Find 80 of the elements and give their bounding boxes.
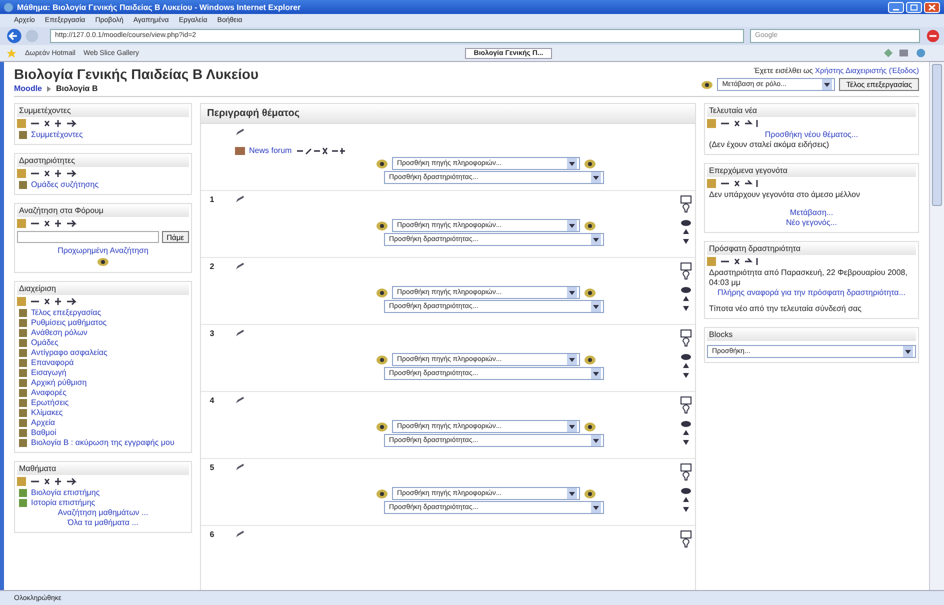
advanced-search-link[interactable]: Προχωρημένη Αναζήτηση xyxy=(58,246,148,256)
block-link[interactable]: Συμμετέχοντες xyxy=(31,130,83,140)
section-controls-drawing[interactable] xyxy=(680,329,692,379)
section-controls-drawing[interactable] xyxy=(680,463,692,513)
block-title: Τελευταία νέα xyxy=(709,106,758,115)
section-number: 6 xyxy=(208,530,216,541)
block-controls-drawing[interactable] xyxy=(17,477,77,486)
breadcrumb-link[interactable]: Βιολογία Β xyxy=(56,84,98,93)
window-title: Μάθημα: Βιολογία Γενικής Παιδείας Β Λυκείου - Windows Internet Explorer xyxy=(17,2,302,12)
block-title: Επερχόμενα γεγονότα xyxy=(709,166,788,175)
events-note: Δεν υπάρχουν γεγονότα στο άμεσο μέλλον xyxy=(708,190,861,200)
section-controls-drawing[interactable] xyxy=(680,195,692,245)
block-link[interactable]: Βαθμοί xyxy=(31,428,56,438)
block-link[interactable]: Βιολογία επιστήμης xyxy=(31,488,100,498)
item-icon xyxy=(19,181,27,189)
block-link[interactable]: Αντίγραφο ασφαλείας xyxy=(31,348,108,358)
block-title: Αναζήτηση στα Φόρουμ xyxy=(19,206,104,215)
block-link[interactable]: Ομάδες xyxy=(31,338,58,348)
section-number: 5 xyxy=(208,463,216,474)
news-note: (Δεν έχουν σταλεί ακόμα ειδήσεις) xyxy=(708,140,830,150)
eye-icon xyxy=(701,78,714,90)
forum-icon xyxy=(235,146,245,154)
block-link[interactable]: Όλα τα μαθήματα ... xyxy=(68,518,138,528)
scrollbar[interactable] xyxy=(929,62,944,590)
section-number: 2 xyxy=(208,262,216,273)
activity-note: Τίποτα νέο από την τελευταία σύνδεσή σας xyxy=(708,304,863,314)
block-link[interactable]: Αναφορές xyxy=(31,388,66,398)
section-number: 4 xyxy=(208,396,216,407)
block-link[interactable]: Κλίμακες xyxy=(31,408,63,418)
events-link[interactable]: Νέο γεγονός... xyxy=(786,218,837,228)
block-controls-drawing[interactable] xyxy=(17,297,77,306)
block-title: Δραστηριότητες xyxy=(19,156,75,165)
section-number: 3 xyxy=(208,329,216,340)
forum-link[interactable]: News forum xyxy=(249,146,292,155)
block-link[interactable]: Αρχεία xyxy=(31,418,56,428)
section-controls-drawing[interactable] xyxy=(680,262,692,312)
block-link[interactable]: Εισαγωγή xyxy=(31,368,66,378)
block-link[interactable]: Ρυθμίσεις μαθήματος xyxy=(31,318,107,328)
minimize-button[interactable] xyxy=(888,2,904,12)
edit-icon[interactable] xyxy=(235,262,245,270)
full-report-link[interactable]: Πλήρης αναφορά για την πρόσφατη δραστηριότητα... xyxy=(718,288,906,298)
block-title: Διαχείριση xyxy=(19,284,56,293)
edit-icon[interactable] xyxy=(235,128,245,136)
edit-icon[interactable] xyxy=(235,530,245,538)
section-number: 1 xyxy=(208,195,216,206)
edit-icon[interactable] xyxy=(235,195,245,203)
block-link[interactable]: Βιολογία Β : ακύρωση της εγγραφής μου xyxy=(31,438,174,448)
item-icon xyxy=(19,131,27,139)
block-link[interactable]: Αρχική ρύθμιση xyxy=(31,378,87,388)
block-title: Συμμετέχοντες xyxy=(19,106,71,115)
add-topic-link[interactable]: Προσθήκη νέου θέματος... xyxy=(764,130,858,140)
block-title: Blocks xyxy=(709,330,733,339)
eye-icon[interactable] xyxy=(97,256,109,268)
block-link[interactable]: Ερωτήσεις xyxy=(31,398,69,408)
activity-date: Δραστηριότητα από Παρασκευή, 22 Φεβρουαρίου 2008, 04:03 μμ xyxy=(708,268,908,288)
events-link[interactable]: Μετάβαση... xyxy=(790,208,834,218)
block-link[interactable]: Ομάδες συζήτησης xyxy=(31,180,99,190)
edit-icon[interactable] xyxy=(235,329,245,337)
block-controls-drawing[interactable] xyxy=(17,169,77,178)
edit-icon[interactable] xyxy=(235,396,245,404)
block-link[interactable]: Ιστορία επιστήμης xyxy=(31,498,96,508)
course-title: Βιολογία Γενικής Παιδείας Β Λυκείου xyxy=(14,66,259,82)
block-controls-drawing[interactable] xyxy=(17,219,77,228)
search-input[interactable] xyxy=(17,231,159,243)
section-title: Περιγραφή θέματος xyxy=(207,108,300,119)
block-title: Μαθήματα xyxy=(19,464,56,473)
breadcrumb-link[interactable]: Moodle xyxy=(14,84,42,93)
block-link[interactable]: Επαναφορά xyxy=(31,358,74,368)
block-link[interactable]: Τέλος επεξεργασίας xyxy=(31,308,102,318)
block-controls-drawing[interactable] xyxy=(17,119,77,128)
block-link[interactable]: Αναζήτηση μαθημάτων ... xyxy=(58,508,148,518)
close-button[interactable] xyxy=(924,2,940,12)
block-title: Πρόσφατη δραστηριότητα xyxy=(709,244,800,253)
section-controls-drawing[interactable] xyxy=(680,396,692,446)
edit-icon[interactable] xyxy=(235,463,245,471)
block-link[interactable]: Ανάθεση ρόλων xyxy=(31,328,88,338)
breadcrumb-separator-icon xyxy=(46,84,52,92)
browser-icon xyxy=(4,2,13,12)
maximize-button[interactable] xyxy=(906,2,922,12)
favorites-star-icon[interactable] xyxy=(6,48,17,58)
